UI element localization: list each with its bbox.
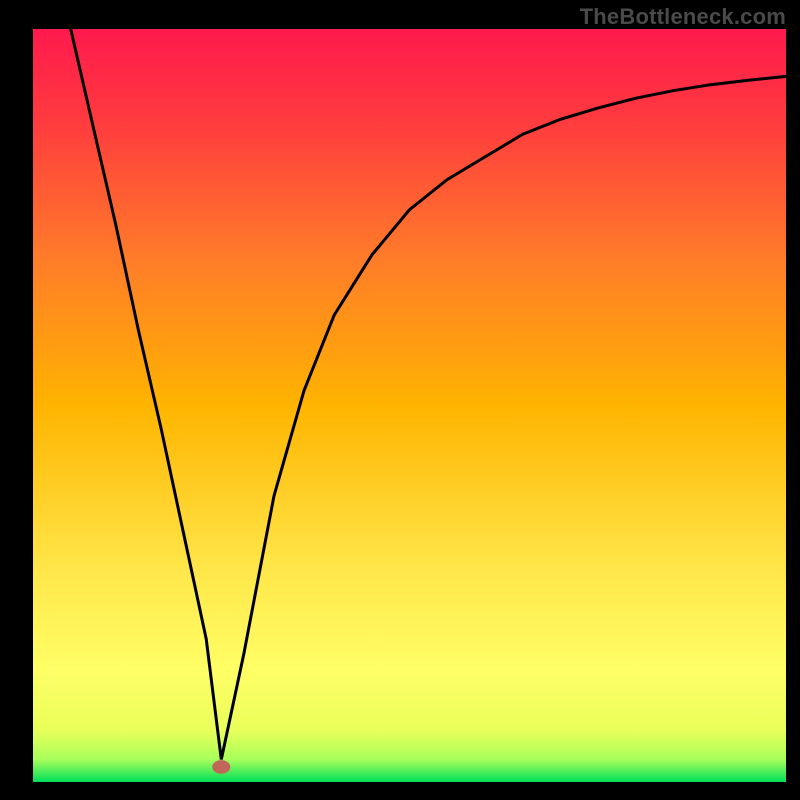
plot-background	[33, 29, 786, 782]
chart-container: TheBottleneck.com	[0, 0, 800, 800]
minimum-point-marker	[212, 760, 230, 774]
bottleneck-chart	[0, 0, 800, 800]
watermark-text: TheBottleneck.com	[580, 4, 786, 30]
